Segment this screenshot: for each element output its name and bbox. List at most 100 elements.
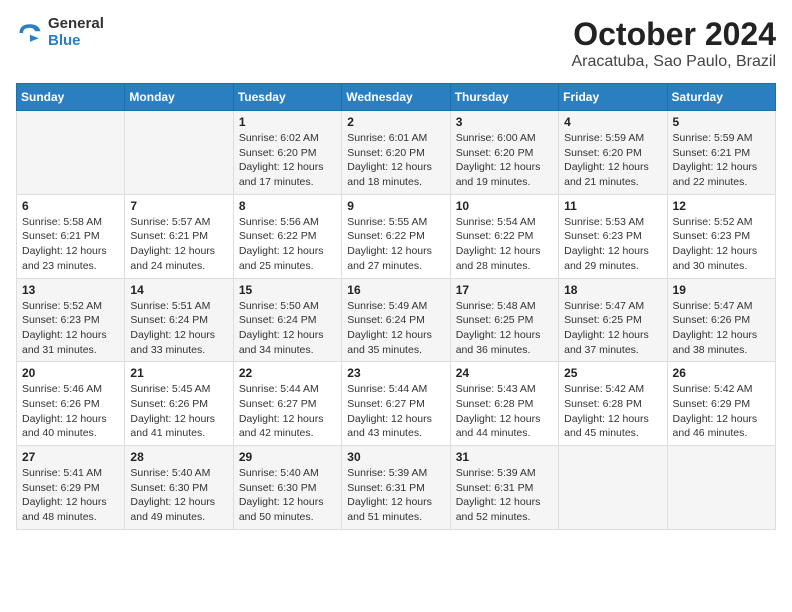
- calendar-cell: 30 Sunrise: 5:39 AMSunset: 6:31 PMDayligh…: [342, 446, 450, 530]
- day-info: Sunrise: 5:50 AMSunset: 6:24 PMDaylight:…: [239, 299, 336, 358]
- logo: General Blue: [16, 16, 104, 49]
- day-number: 14: [130, 283, 227, 297]
- day-info: Sunrise: 5:47 AMSunset: 6:25 PMDaylight:…: [564, 299, 661, 358]
- calendar-cell: 16Sunrise: 5:49 AMSunset: 6:24 PMDayligh…: [342, 278, 450, 362]
- logo-line1: General: [48, 16, 104, 33]
- calendar-cell: 18 Sunrise: 5:47 AMSunset: 6:25 PMDayligh…: [559, 278, 667, 362]
- header-cell-thursday: Thursday: [450, 84, 558, 111]
- calendar-cell: 5 Sunrise: 5:59 AMSunset: 6:21 PMDaylight…: [667, 111, 775, 195]
- day-number: 8: [239, 199, 336, 213]
- calendar-cell: [17, 111, 125, 195]
- day-info: Sunrise: 5:54 AMSunset: 6:22 PMDaylight:…: [456, 215, 553, 274]
- logo-text: General Blue: [48, 16, 104, 49]
- calendar-cell: 21Sunrise: 5:45 AMSunset: 6:26 PMDayligh…: [125, 362, 233, 446]
- day-number: 16: [347, 283, 444, 297]
- day-info: Sunrise: 5:57 AMSunset: 6:21 PMDaylight:…: [130, 215, 227, 274]
- day-number: 1: [239, 115, 336, 129]
- calendar-cell: 13 Sunrise: 5:52 AMSunset: 6:23 PMDayligh…: [17, 278, 125, 362]
- calendar-cell: 27 Sunrise: 5:41 AMSunset: 6:29 PMDayligh…: [17, 446, 125, 530]
- day-number: 30: [347, 450, 444, 464]
- header-cell-monday: Monday: [125, 84, 233, 111]
- calendar-cell: 10Sunrise: 5:54 AMSunset: 6:22 PMDayligh…: [450, 194, 558, 278]
- calendar-cell: 25 Sunrise: 5:42 AMSunset: 6:28 PMDayligh…: [559, 362, 667, 446]
- calendar-row-0: 1 Sunrise: 6:02 AMSunset: 6:20 PMDaylight…: [17, 111, 776, 195]
- day-info: Sunrise: 5:42 AMSunset: 6:28 PMDaylight:…: [564, 382, 661, 441]
- day-info: Sunrise: 5:51 AMSunset: 6:24 PMDaylight:…: [130, 299, 227, 358]
- header-cell-friday: Friday: [559, 84, 667, 111]
- day-info: Sunrise: 6:02 AMSunset: 6:20 PMDaylight:…: [239, 131, 336, 190]
- day-info: Sunrise: 5:59 AMSunset: 6:20 PMDaylight:…: [564, 131, 661, 190]
- calendar-cell: 8 Sunrise: 5:56 AMSunset: 6:22 PMDaylight…: [233, 194, 341, 278]
- calendar-cell: 26Sunrise: 5:42 AMSunset: 6:29 PMDayligh…: [667, 362, 775, 446]
- day-info: Sunrise: 5:46 AMSunset: 6:26 PMDaylight:…: [22, 382, 119, 441]
- calendar-cell: 3 Sunrise: 6:00 AMSunset: 6:20 PMDaylight…: [450, 111, 558, 195]
- page-title: October 2024: [571, 16, 776, 53]
- title-block: October 2024 Aracatuba, Sao Paulo, Brazi…: [571, 16, 776, 71]
- day-number: 6: [22, 199, 119, 213]
- calendar-cell: [667, 446, 775, 530]
- day-number: 4: [564, 115, 661, 129]
- day-info: Sunrise: 5:44 AMSunset: 6:27 PMDaylight:…: [347, 382, 444, 441]
- calendar-cell: [559, 446, 667, 530]
- day-number: 17: [456, 283, 553, 297]
- day-info: Sunrise: 5:39 AMSunset: 6:31 PMDaylight:…: [347, 466, 444, 525]
- calendar-cell: [125, 111, 233, 195]
- day-info: Sunrise: 5:56 AMSunset: 6:22 PMDaylight:…: [239, 215, 336, 274]
- day-info: Sunrise: 5:44 AMSunset: 6:27 PMDaylight:…: [239, 382, 336, 441]
- day-info: Sunrise: 5:39 AMSunset: 6:31 PMDaylight:…: [456, 466, 553, 525]
- day-info: Sunrise: 5:40 AMSunset: 6:30 PMDaylight:…: [130, 466, 227, 525]
- calendar-row-1: 6 Sunrise: 5:58 AMSunset: 6:21 PMDaylight…: [17, 194, 776, 278]
- day-number: 31: [456, 450, 553, 464]
- header-cell-wednesday: Wednesday: [342, 84, 450, 111]
- logo-icon: [16, 19, 44, 47]
- calendar-table: SundayMondayTuesdayWednesdayThursdayFrid…: [16, 83, 776, 530]
- day-info: Sunrise: 5:47 AMSunset: 6:26 PMDaylight:…: [673, 299, 770, 358]
- day-info: Sunrise: 5:52 AMSunset: 6:23 PMDaylight:…: [22, 299, 119, 358]
- day-info: Sunrise: 5:52 AMSunset: 6:23 PMDaylight:…: [673, 215, 770, 274]
- calendar-cell: 29Sunrise: 5:40 AMSunset: 6:30 PMDayligh…: [233, 446, 341, 530]
- calendar-cell: 1 Sunrise: 6:02 AMSunset: 6:20 PMDaylight…: [233, 111, 341, 195]
- calendar-cell: 24 Sunrise: 5:43 AMSunset: 6:28 PMDayligh…: [450, 362, 558, 446]
- day-info: Sunrise: 5:59 AMSunset: 6:21 PMDaylight:…: [673, 131, 770, 190]
- calendar-cell: 22Sunrise: 5:44 AMSunset: 6:27 PMDayligh…: [233, 362, 341, 446]
- header-cell-tuesday: Tuesday: [233, 84, 341, 111]
- calendar-cell: 19 Sunrise: 5:47 AMSunset: 6:26 PMDayligh…: [667, 278, 775, 362]
- day-info: Sunrise: 5:48 AMSunset: 6:25 PMDaylight:…: [456, 299, 553, 358]
- calendar-row-2: 13 Sunrise: 5:52 AMSunset: 6:23 PMDayligh…: [17, 278, 776, 362]
- calendar-body: 1 Sunrise: 6:02 AMSunset: 6:20 PMDaylight…: [17, 111, 776, 530]
- day-info: Sunrise: 5:41 AMSunset: 6:29 PMDaylight:…: [22, 466, 119, 525]
- day-info: Sunrise: 5:43 AMSunset: 6:28 PMDaylight:…: [456, 382, 553, 441]
- calendar-cell: 12 Sunrise: 5:52 AMSunset: 6:23 PMDayligh…: [667, 194, 775, 278]
- day-info: Sunrise: 5:53 AMSunset: 6:23 PMDaylight:…: [564, 215, 661, 274]
- day-number: 7: [130, 199, 227, 213]
- day-number: 19: [673, 283, 770, 297]
- day-number: 23: [347, 366, 444, 380]
- day-number: 11: [564, 199, 661, 213]
- calendar-row-4: 27 Sunrise: 5:41 AMSunset: 6:29 PMDayligh…: [17, 446, 776, 530]
- page-header: General Blue October 2024 Aracatuba, Sao…: [16, 16, 776, 71]
- calendar-cell: 31 Sunrise: 5:39 AMSunset: 6:31 PMDayligh…: [450, 446, 558, 530]
- day-number: 18: [564, 283, 661, 297]
- day-info: Sunrise: 5:58 AMSunset: 6:21 PMDaylight:…: [22, 215, 119, 274]
- calendar-cell: 2Sunrise: 6:01 AMSunset: 6:20 PMDaylight…: [342, 111, 450, 195]
- day-number: 28: [130, 450, 227, 464]
- calendar-cell: 14 Sunrise: 5:51 AMSunset: 6:24 PMDayligh…: [125, 278, 233, 362]
- day-number: 3: [456, 115, 553, 129]
- day-number: 15: [239, 283, 336, 297]
- day-number: 13: [22, 283, 119, 297]
- day-number: 25: [564, 366, 661, 380]
- day-info: Sunrise: 5:42 AMSunset: 6:29 PMDaylight:…: [673, 382, 770, 441]
- day-number: 24: [456, 366, 553, 380]
- page-subtitle: Aracatuba, Sao Paulo, Brazil: [571, 53, 776, 71]
- calendar-cell: 11 Sunrise: 5:53 AMSunset: 6:23 PMDayligh…: [559, 194, 667, 278]
- day-number: 27: [22, 450, 119, 464]
- header-row: SundayMondayTuesdayWednesdayThursdayFrid…: [17, 84, 776, 111]
- calendar-cell: 6 Sunrise: 5:58 AMSunset: 6:21 PMDaylight…: [17, 194, 125, 278]
- logo-line2: Blue: [48, 33, 104, 50]
- day-number: 5: [673, 115, 770, 129]
- day-info: Sunrise: 5:40 AMSunset: 6:30 PMDaylight:…: [239, 466, 336, 525]
- day-number: 12: [673, 199, 770, 213]
- calendar-cell: 28 Sunrise: 5:40 AMSunset: 6:30 PMDayligh…: [125, 446, 233, 530]
- day-info: Sunrise: 6:00 AMSunset: 6:20 PMDaylight:…: [456, 131, 553, 190]
- calendar-row-3: 20Sunrise: 5:46 AMSunset: 6:26 PMDayligh…: [17, 362, 776, 446]
